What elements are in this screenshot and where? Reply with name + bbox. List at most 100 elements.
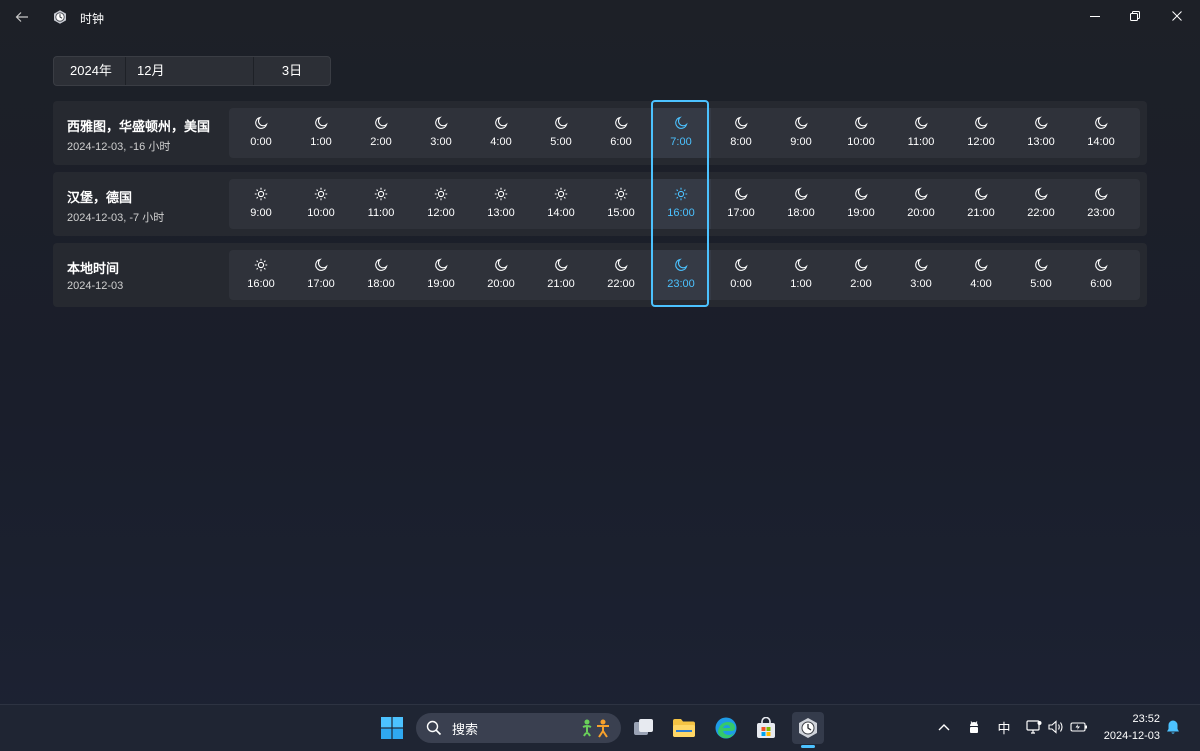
hour-cell[interactable]: 9:00 (771, 108, 831, 158)
moon-icon (315, 258, 328, 271)
hour-label: 16:00 (247, 278, 275, 290)
hour-cell[interactable]: 21:00 (531, 250, 591, 300)
hour-cell[interactable]: 17:00 (711, 179, 771, 229)
hour-cell[interactable]: 19:00 (411, 250, 471, 300)
hour-cell[interactable]: 6:00 (1071, 250, 1131, 300)
hour-cell[interactable]: 15:00 (591, 179, 651, 229)
hour-cell[interactable]: 11:00 (891, 108, 951, 158)
hour-strip[interactable]: 0:00 1:00 2:00 3:00 4:00 5:00 6:00 7:00 8:00 9:00… (229, 108, 1140, 158)
hour-cell[interactable]: 16:00 (231, 250, 291, 300)
moon-icon (1095, 116, 1108, 129)
city-name: 本地时间 (67, 261, 120, 276)
hour-cell[interactable]: 0:00 (231, 108, 291, 158)
hour-label: 12:00 (967, 136, 995, 148)
date-picker-month[interactable]: 12月 (126, 57, 254, 85)
show-hidden-icons-button[interactable] (934, 715, 954, 739)
hour-cell[interactable]: 16:00 (651, 179, 711, 229)
timezone-row-hamburg[interactable]: 汉堡，德国 2024-12-03, -7 小时 9:00 10:00 11:00 12… (53, 172, 1147, 236)
network-monitor-icon (1026, 720, 1042, 734)
hour-cell[interactable]: 17:00 (291, 250, 351, 300)
input-method-indicator[interactable]: 中 (994, 715, 1014, 739)
hour-strip[interactable]: 9:00 10:00 11:00 12:00 13:00 14:00 15:00 16:00 1… (229, 179, 1140, 229)
moon-icon (855, 187, 868, 200)
window-title: 时钟 (80, 12, 105, 26)
hour-cell[interactable]: 22:00 (1011, 179, 1071, 229)
android-robot-icon (970, 721, 978, 733)
moon-icon (255, 116, 268, 129)
hour-cell[interactable]: 6:00 (591, 108, 651, 158)
tray-app-button[interactable] (964, 715, 984, 739)
moon-icon (975, 116, 988, 129)
hour-cell[interactable]: 5:00 (1011, 250, 1071, 300)
hour-cell[interactable]: 12:00 (411, 179, 471, 229)
hour-cell[interactable]: 11:00 (351, 179, 411, 229)
taskbar-date[interactable]: 2024-12-03 (1104, 730, 1160, 742)
file-explorer-button[interactable] (668, 712, 700, 744)
hour-cell[interactable]: 23:00 (651, 250, 711, 300)
task-view-button[interactable] (628, 712, 660, 744)
hour-label: 9:00 (790, 136, 812, 148)
moon-icon (315, 116, 328, 129)
hour-label: 2:00 (370, 136, 392, 148)
taskbar-time[interactable]: 23:52 (1132, 713, 1160, 725)
hour-label: 23:00 (1087, 207, 1115, 219)
hour-cell[interactable]: 14:00 (1071, 108, 1131, 158)
network-button[interactable] (1024, 715, 1044, 739)
microsoft-store-button[interactable] (750, 712, 782, 744)
hour-cell[interactable]: 4:00 (951, 250, 1011, 300)
hour-cell[interactable]: 18:00 (351, 250, 411, 300)
hour-cell[interactable]: 7:00 (651, 108, 711, 158)
hour-label: 6:00 (610, 136, 632, 148)
battery-button[interactable] (1068, 715, 1090, 739)
start-button[interactable] (376, 712, 408, 744)
hour-cell[interactable]: 10:00 (831, 108, 891, 158)
notification-bell-icon[interactable] (1165, 719, 1181, 735)
hour-strip[interactable]: 16:00 17:00 18:00 19:00 20:00 21:00 22:00 23:00… (229, 250, 1140, 300)
hour-cell[interactable]: 20:00 (891, 179, 951, 229)
hour-cell[interactable]: 18:00 (771, 179, 831, 229)
hour-cell[interactable]: 9:00 (231, 179, 291, 229)
hour-cell[interactable]: 13:00 (471, 179, 531, 229)
date-picker[interactable]: 2024年 12月 3日 (53, 56, 331, 86)
date-picker-day[interactable]: 3日 (254, 57, 330, 85)
hour-cell[interactable]: 4:00 (471, 108, 531, 158)
hour-cell[interactable]: 1:00 (771, 250, 831, 300)
hour-cell[interactable]: 2:00 (351, 108, 411, 158)
hour-cell[interactable]: 1:00 (291, 108, 351, 158)
hour-cell[interactable]: 0:00 (711, 250, 771, 300)
timezone-row-seattle[interactable]: 西雅图，华盛顿州，美国 2024-12-03, -16 小时 0:00 1:00 2… (53, 101, 1147, 165)
hour-label: 1:00 (310, 136, 332, 148)
edge-icon (715, 717, 737, 739)
date-picker-year[interactable]: 2024年 (54, 57, 126, 85)
moon-icon (795, 187, 808, 200)
clock-app-taskbar-button[interactable] (792, 712, 824, 744)
taskbar-search-box[interactable]: 搜索 (416, 713, 621, 743)
volume-button[interactable] (1046, 715, 1066, 739)
back-button[interactable] (8, 4, 36, 30)
active-app-indicator (801, 745, 815, 748)
hour-cell[interactable]: 19:00 (831, 179, 891, 229)
hour-cell[interactable]: 3:00 (411, 108, 471, 158)
hour-cell[interactable]: 12:00 (951, 108, 1011, 158)
moon-icon (1035, 258, 1048, 271)
hour-cell[interactable]: 5:00 (531, 108, 591, 158)
timezone-row-local[interactable]: 本地时间 2024-12-03 16:00 17:00 18:00 19:00 20:0… (53, 243, 1147, 307)
hour-cell[interactable]: 14:00 (531, 179, 591, 229)
hour-cell[interactable]: 3:00 (891, 250, 951, 300)
hour-cell[interactable]: 13:00 (1011, 108, 1071, 158)
hour-cell[interactable]: 8:00 (711, 108, 771, 158)
hour-cell[interactable]: 20:00 (471, 250, 531, 300)
hour-label: 21:00 (967, 207, 995, 219)
edge-browser-button[interactable] (710, 712, 742, 744)
moon-icon (1035, 116, 1048, 129)
hour-label: 14:00 (1087, 136, 1115, 148)
maximize-button[interactable] (1112, 0, 1158, 32)
hour-cell[interactable]: 22:00 (591, 250, 651, 300)
hour-cell[interactable]: 10:00 (291, 179, 351, 229)
hour-cell[interactable]: 23:00 (1071, 179, 1131, 229)
hour-cell[interactable]: 2:00 (831, 250, 891, 300)
hour-cell[interactable]: 21:00 (951, 179, 1011, 229)
hour-label: 12:00 (427, 207, 455, 219)
close-button[interactable] (1154, 0, 1200, 32)
moon-icon (495, 258, 508, 271)
